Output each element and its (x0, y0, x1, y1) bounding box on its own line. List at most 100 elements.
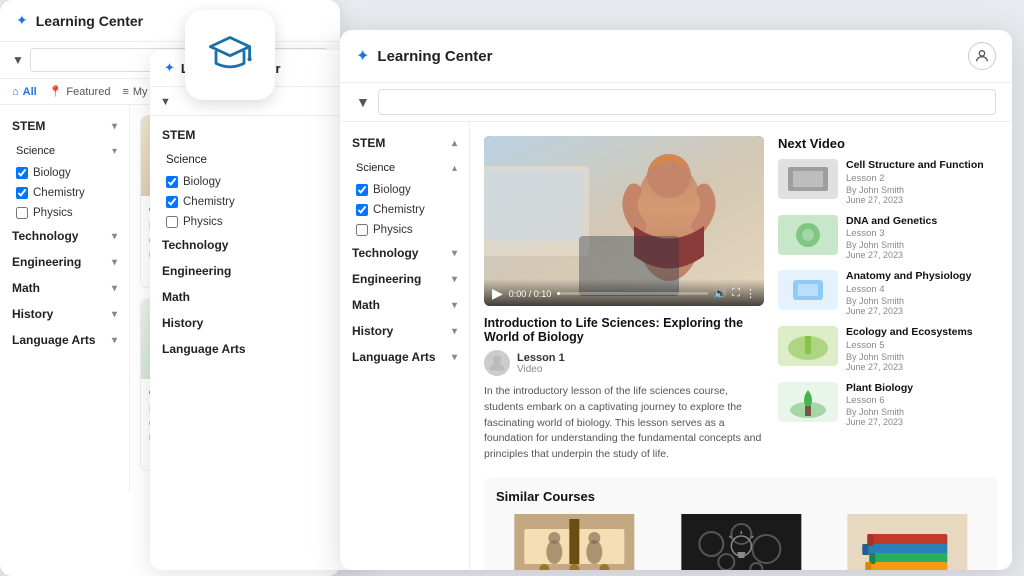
mid-cat-science[interactable]: Science ▴ (150, 148, 370, 172)
similar-card-3[interactable]: Course #17 (829, 514, 986, 570)
sidebar-biology-checkbox[interactable] (356, 184, 368, 196)
sidebar-subcat-chemistry[interactable]: Chemistry (340, 200, 469, 220)
next-thumb-4 (778, 326, 838, 366)
main-sidebar: STEM ▴ Science ▴ Biology Chemistry Physi… (340, 122, 470, 570)
mid-cat-technology[interactable]: Technology ▾ (150, 232, 370, 258)
bg-subcat-biology[interactable]: Biology (0, 163, 129, 183)
mid-cat-engineering[interactable]: Engineering ▾ (150, 258, 370, 284)
main-panel-header: ✦ Learning Center (340, 30, 1012, 83)
bg-cat-math[interactable]: Math ▾ (0, 275, 129, 301)
video-description: In the introductory lesson of the life s… (484, 384, 764, 463)
mid-physics-checkbox[interactable] (166, 216, 178, 228)
bg-tab-featured[interactable]: 📍 Featured (49, 85, 111, 98)
chevron-down-icon: ▾ (112, 283, 117, 294)
mid-subcat-biology[interactable]: Biology (150, 172, 370, 192)
bg-filter-icon: ▼ (12, 53, 24, 67)
next-video-item-3[interactable]: Anatomy and Physiology Lesson 4 By John … (778, 270, 998, 316)
biology-checkbox[interactable] (16, 167, 28, 179)
bg-cat-language-arts[interactable]: Language Arts ▾ (0, 327, 129, 353)
chevron-up-icon: ▴ (452, 163, 457, 174)
chevron-down-icon: ▾ (452, 300, 457, 311)
chevron-down-icon: ▾ (452, 352, 457, 363)
chevron-down-icon: ▾ (112, 335, 117, 346)
lesson-label-col: Lesson 1 Video (517, 352, 565, 375)
next-lesson-title-2: DNA and Genetics (846, 215, 998, 229)
home-icon: ⌂ (12, 86, 19, 98)
main-search-input[interactable] (378, 89, 996, 115)
mid-biology-checkbox[interactable] (166, 176, 178, 188)
sidebar-cat-science[interactable]: Science ▴ (340, 156, 469, 180)
bg-cat-stem[interactable]: STEM ▾ (0, 113, 129, 139)
chevron-down-icon: ▾ (112, 231, 117, 242)
chevron-down-icon: ▾ (112, 257, 117, 268)
mid-chemistry-checkbox[interactable] (166, 196, 178, 208)
chevron-down-icon: ▾ (452, 248, 457, 259)
similar-courses-title: Similar Courses (496, 489, 986, 504)
bg-panel-header: ✦ Learning Center (0, 0, 340, 42)
next-info-1: Cell Structure and Function Lesson 2 By … (846, 159, 998, 205)
next-author-4: By John Smith (846, 352, 998, 362)
settings-icon[interactable]: ⋮ (745, 287, 756, 300)
sidebar-cat-technology[interactable]: Technology ▾ (340, 240, 469, 266)
next-info-5: Plant Biology Lesson 6 By John Smith Jun… (846, 382, 998, 428)
bg-cat-history[interactable]: History ▾ (0, 301, 129, 327)
mid-cat-math[interactable]: Math ▾ (150, 284, 370, 310)
play-button[interactable]: ▶ (492, 285, 503, 302)
similar-thumb-3 (829, 514, 986, 570)
bg-cat-science[interactable]: Science ▾ (0, 139, 129, 163)
header-star-icon: ✦ (356, 46, 369, 66)
mid-subcat-chemistry[interactable]: Chemistry (150, 192, 370, 212)
video-player[interactable]: ▶ 0:00 / 0:10 🔊 ⛶ ⋮ (484, 136, 764, 306)
bg-subcat-chemistry[interactable]: Chemistry (0, 183, 129, 203)
next-video-item-1[interactable]: Cell Structure and Function Lesson 2 By … (778, 159, 998, 205)
similar-card-2[interactable]: Course #12 (663, 514, 820, 570)
mid-cat-history[interactable]: History ▾ (150, 310, 370, 336)
fullscreen-icon[interactable]: ⛶ (732, 287, 740, 300)
similar-card-1[interactable]: Course #3 (496, 514, 653, 570)
similar-courses-grid: Course #3 (496, 514, 986, 570)
mid-cat-stem[interactable]: STEM ▴ (150, 122, 370, 148)
volume-icon[interactable]: 🔊 (714, 287, 728, 300)
sidebar-cat-engineering[interactable]: Engineering ▾ (340, 266, 469, 292)
lesson-avatar (484, 350, 510, 376)
sidebar-subcat-physics[interactable]: Physics (340, 220, 469, 240)
sidebar-cat-math[interactable]: Math ▾ (340, 292, 469, 318)
next-video-item-2[interactable]: DNA and Genetics Lesson 3 By John Smith … (778, 215, 998, 261)
next-video-item-4[interactable]: Ecology and Ecosystems Lesson 5 By John … (778, 326, 998, 372)
mid-cat-language-arts[interactable]: Language Arts ▾ (150, 336, 370, 362)
sidebar-cat-stem[interactable]: STEM ▴ (340, 130, 469, 156)
bg-subcat-physics[interactable]: Physics (0, 203, 129, 223)
bg-cat-technology[interactable]: Technology ▾ (0, 223, 129, 249)
next-lesson-num-5: Lesson 6 (846, 395, 998, 406)
graduation-cap-icon (202, 27, 258, 83)
progress-fill (557, 292, 560, 295)
progress-bar[interactable] (557, 292, 707, 295)
sidebar-chemistry-checkbox[interactable] (356, 204, 368, 216)
chevron-down-icon: ▾ (112, 146, 117, 157)
chemistry-checkbox[interactable] (16, 187, 28, 199)
sidebar-subcat-biology[interactable]: Biology (340, 180, 469, 200)
next-lesson-title-4: Ecology and Ecosystems (846, 326, 998, 340)
mid-star-icon: ✦ (164, 60, 175, 76)
next-info-3: Anatomy and Physiology Lesson 4 By John … (846, 270, 998, 316)
sidebar-cat-language-arts[interactable]: Language Arts ▾ (340, 344, 469, 370)
main-panel: ✦ Learning Center ▼ STEM ▴ Science ▴ Bio… (340, 30, 1012, 570)
next-lesson-num-2: Lesson 3 (846, 228, 998, 239)
bg-cat-engineering[interactable]: Engineering ▾ (0, 249, 129, 275)
main-content: STEM ▴ Science ▴ Biology Chemistry Physi… (340, 122, 1012, 570)
next-video-item-5[interactable]: Plant Biology Lesson 6 By John Smith Jun… (778, 382, 998, 428)
sidebar-cat-history[interactable]: History ▾ (340, 318, 469, 344)
physics-checkbox[interactable] (16, 207, 28, 219)
sidebar-physics-checkbox[interactable] (356, 224, 368, 236)
next-info-2: DNA and Genetics Lesson 3 By John Smith … (846, 215, 998, 261)
mid-sidebar-categories: STEM ▴ Science ▴ Biology Chemistry Physi… (150, 116, 370, 368)
user-avatar-button[interactable] (968, 42, 996, 70)
similar-thumb-2 (663, 514, 820, 570)
video-controls: ▶ 0:00 / 0:10 🔊 ⛶ ⋮ (484, 279, 764, 306)
video-title: Introduction to Life Sciences: Exploring… (484, 316, 764, 344)
mid-subcat-physics[interactable]: Physics (150, 212, 370, 232)
next-info-4: Ecology and Ecosystems Lesson 5 By John … (846, 326, 998, 372)
bg-tab-all[interactable]: ⌂ All (12, 85, 37, 98)
middle-panel: ✦ Learning Center ▼ STEM ▴ Science ▴ Bio… (150, 50, 370, 570)
next-lesson-num-1: Lesson 2 (846, 173, 998, 184)
